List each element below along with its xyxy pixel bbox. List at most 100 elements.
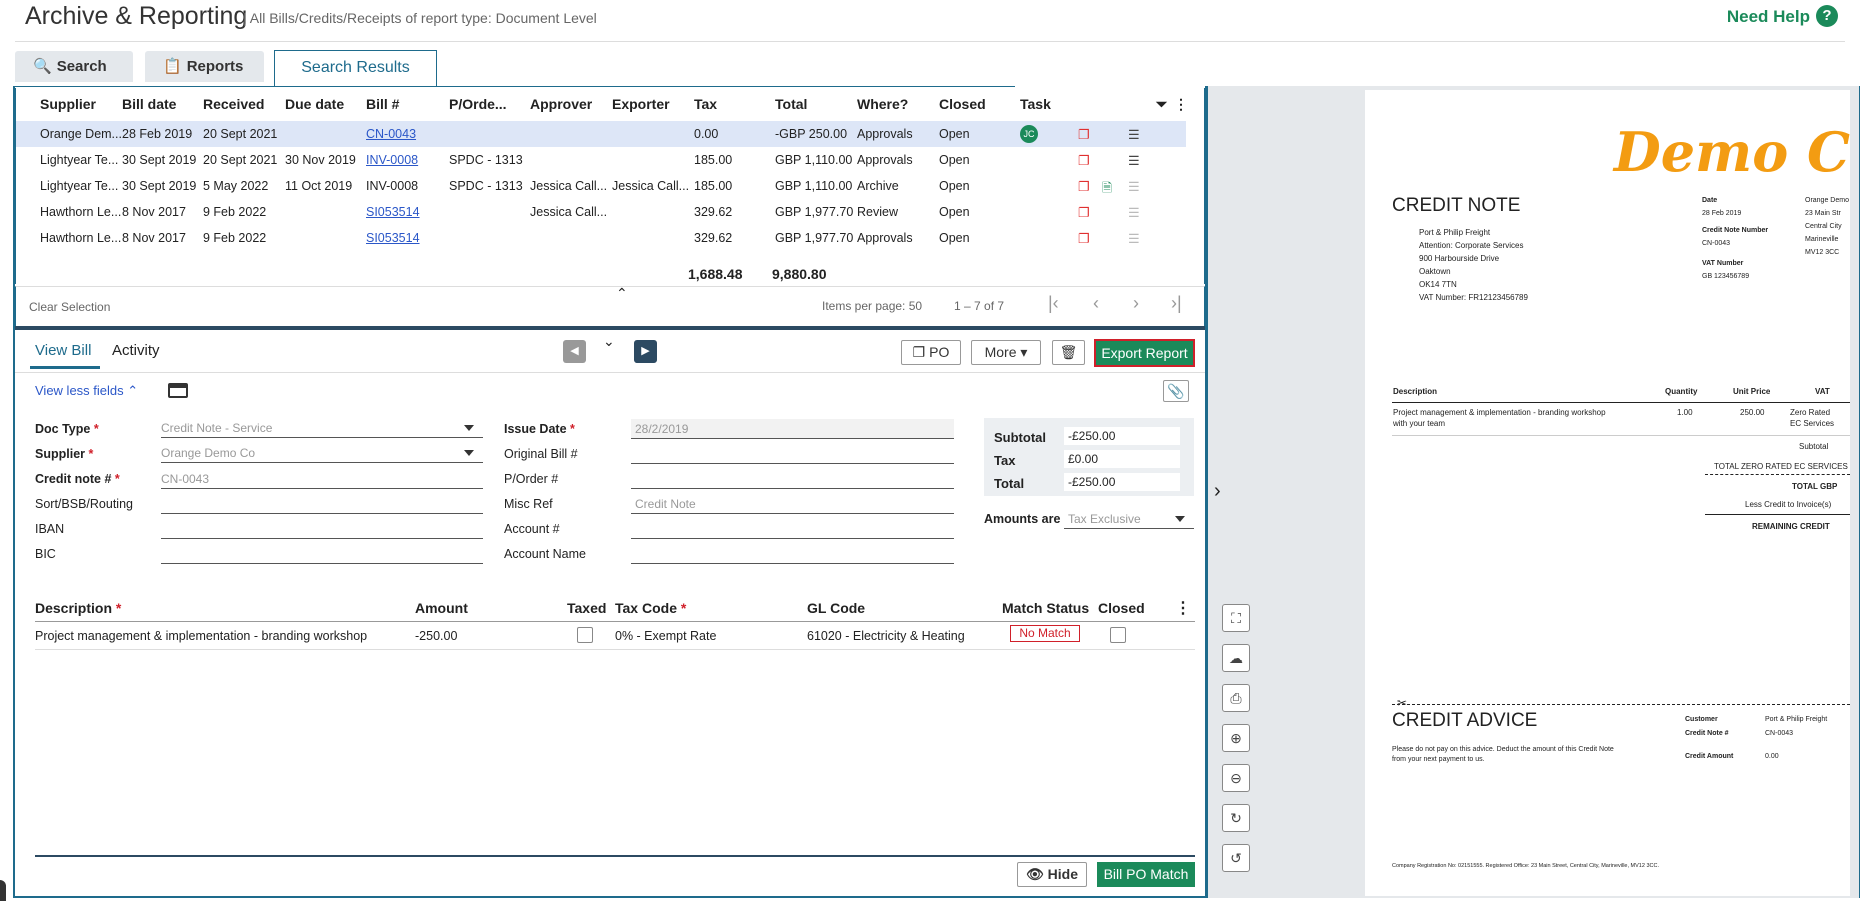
bic-input[interactable] xyxy=(161,544,483,564)
next-page-icon[interactable]: › xyxy=(1133,293,1139,314)
card-icon[interactable] xyxy=(168,383,188,398)
doc-type-select[interactable]: Credit Note - Service xyxy=(161,418,483,438)
zoom-out-icon[interactable]: ⊖ xyxy=(1222,764,1250,792)
tax-value[interactable]: £0.00 xyxy=(1064,450,1180,468)
tab-search-results[interactable]: Search Results xyxy=(274,50,437,87)
table-row[interactable]: Hawthorn Le... 8 Nov 2017 9 Feb 2022 SI0535… xyxy=(16,199,1186,225)
table-row[interactable]: Lightyear Te... 30 Sept 2019 20 Sept 2021 3… xyxy=(16,147,1186,173)
copy-icon[interactable]: ❐ xyxy=(1078,127,1090,143)
credit-note-document: Demo C CREDIT NOTE Port & Philip Freight… xyxy=(1365,90,1850,896)
grid-totals: 1,688.48 9,880.80 xyxy=(15,262,1205,284)
notes-icon[interactable]: ☰ xyxy=(1128,231,1140,247)
col-tax[interactable]: Tax xyxy=(694,96,717,112)
filter-icon[interactable]: ⏷ xyxy=(1156,96,1167,113)
iban-input[interactable] xyxy=(161,519,483,539)
original-bill-input[interactable] xyxy=(631,444,954,464)
rotate-left-icon[interactable]: ↺ xyxy=(1222,844,1250,872)
bill-link[interactable]: CN-0043 xyxy=(366,127,416,141)
tab-view-bill[interactable]: View Bill xyxy=(35,342,91,359)
view-less-fields-link[interactable]: View less fields ⌃ xyxy=(35,383,138,399)
account-number-input[interactable] xyxy=(631,519,954,539)
col-taxed: Taxed xyxy=(567,600,607,616)
prev-bill-button[interactable]: ◀ xyxy=(563,340,586,363)
clear-selection-button[interactable]: Clear Selection xyxy=(29,300,110,314)
copy-icon[interactable]: ❐ xyxy=(1078,205,1090,221)
col-total[interactable]: Total xyxy=(775,96,807,112)
col-description: Description * xyxy=(35,600,122,616)
copy-icon: ❐ xyxy=(912,344,926,360)
export-file-icon[interactable]: 🗎 xyxy=(1102,179,1112,200)
taxed-checkbox[interactable] xyxy=(577,627,593,643)
sort-code-input[interactable] xyxy=(161,494,483,514)
need-help-link[interactable]: Need Help xyxy=(1727,7,1810,27)
table-row[interactable]: Lightyear Te... 30 Sept 2019 5 May 2022 11 … xyxy=(16,173,1186,199)
bill-link[interactable]: SI053514 xyxy=(366,231,420,245)
panel-border-bottom xyxy=(13,896,1208,898)
notes-icon[interactable]: ☰ xyxy=(1128,179,1140,195)
col-where[interactable]: Where? xyxy=(857,96,908,112)
chevron-up-icon[interactable]: ⌃ xyxy=(616,285,628,302)
delete-button[interactable]: 🗑 xyxy=(1052,340,1085,365)
items-per-page[interactable]: Items per page: 50 xyxy=(822,299,922,313)
left-edge-strip xyxy=(0,880,6,901)
expand-viewer-icon[interactable]: › xyxy=(1214,480,1221,503)
col-approver[interactable]: Approver xyxy=(530,96,592,112)
col-closed[interactable]: Closed xyxy=(939,96,986,112)
first-page-icon[interactable]: |‹ xyxy=(1048,293,1059,314)
panel-divider[interactable] xyxy=(15,326,1205,330)
attachment-icon[interactable]: 📎 xyxy=(1163,380,1189,402)
notes-icon[interactable]: ☰ xyxy=(1128,127,1140,143)
last-page-icon[interactable]: ›| xyxy=(1171,293,1182,314)
zoom-in-icon[interactable]: ⊕ xyxy=(1222,724,1250,752)
notes-icon[interactable]: ☰ xyxy=(1128,205,1140,221)
col-po[interactable]: P/Orde... xyxy=(449,96,507,112)
chevron-down-icon[interactable]: ⌄ xyxy=(603,333,615,350)
account-name-input[interactable] xyxy=(631,544,954,564)
download-icon[interactable]: ☁ xyxy=(1222,644,1250,672)
prev-page-icon[interactable]: ‹ xyxy=(1093,293,1099,314)
eye-slash-icon: 👁 xyxy=(1025,866,1044,882)
tab-search[interactable]: 🔍 Search xyxy=(15,51,133,82)
column-menu-icon[interactable]: ⋮ xyxy=(1174,96,1188,113)
rotate-right-icon[interactable]: ↻ xyxy=(1222,804,1250,832)
po-button[interactable]: ❐ PO xyxy=(901,340,961,365)
col-exporter[interactable]: Exporter xyxy=(612,96,670,112)
tab-reports[interactable]: 📋 Reports xyxy=(145,51,264,82)
col-bill-number[interactable]: Bill # xyxy=(366,96,399,112)
copy-icon[interactable]: ❐ xyxy=(1078,153,1090,169)
credit-note-input[interactable]: CN-0043 xyxy=(161,469,483,489)
dropdown-caret-icon xyxy=(1175,516,1185,522)
copy-icon[interactable]: ❐ xyxy=(1078,231,1090,247)
supplier-select[interactable]: Orange Demo Co xyxy=(161,443,483,463)
col-supplier[interactable]: Supplier xyxy=(40,96,96,112)
more-button[interactable]: More ▾ xyxy=(971,340,1041,365)
export-report-button[interactable]: Export Report xyxy=(1094,339,1195,367)
fullscreen-icon[interactable]: ⛶ xyxy=(1222,604,1250,632)
bill-link[interactable]: INV-0008 xyxy=(366,153,418,167)
tab-activity[interactable]: Activity xyxy=(112,342,160,359)
help-icon[interactable]: ? xyxy=(1816,5,1838,27)
copy-icon[interactable]: ❐ xyxy=(1078,179,1090,195)
notes-icon[interactable]: ☰ xyxy=(1128,153,1140,169)
total-value[interactable]: -£250.00 xyxy=(1064,473,1180,491)
next-bill-button[interactable]: ▶ xyxy=(634,340,657,363)
original-bill-label: Original Bill # xyxy=(504,447,578,461)
bill-po-match-button[interactable]: Bill PO Match xyxy=(1097,862,1195,887)
col-bill-date[interactable]: Bill date xyxy=(122,96,176,112)
bill-link[interactable]: SI053514 xyxy=(366,205,420,219)
misc-ref-input[interactable]: Credit Note xyxy=(631,494,954,514)
col-task[interactable]: Task xyxy=(1020,96,1051,112)
subtotal-value[interactable]: -£250.00 xyxy=(1064,427,1180,445)
table-row[interactable]: Hawthorn Le... 8 Nov 2017 9 Feb 2022 SI0535… xyxy=(16,225,1186,251)
print-icon[interactable]: ⎙ xyxy=(1222,684,1250,712)
col-due-date[interactable]: Due date xyxy=(285,96,344,112)
line-closed-checkbox[interactable] xyxy=(1110,627,1126,643)
panel-border-right[interactable] xyxy=(1205,86,1208,898)
po-number-input[interactable] xyxy=(631,469,954,489)
col-received[interactable]: Received xyxy=(203,96,264,112)
col-line-closed: Closed xyxy=(1098,600,1145,616)
hide-button[interactable]: 👁 Hide xyxy=(1017,862,1087,887)
issue-date-input[interactable]: 28/2/2019 xyxy=(631,419,954,439)
table-row[interactable]: Orange Dem... 28 Feb 2019 20 Sept 2021 CN-0… xyxy=(16,121,1186,147)
line-menu-icon[interactable]: ⋮ xyxy=(1175,598,1191,618)
